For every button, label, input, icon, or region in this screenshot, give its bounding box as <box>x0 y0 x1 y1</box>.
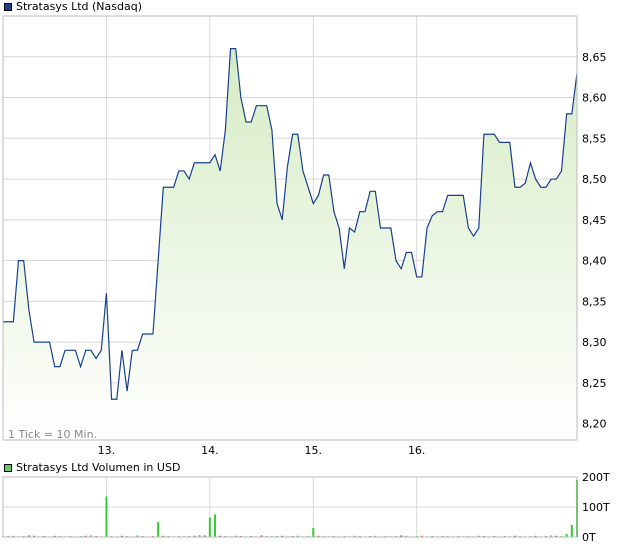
price-volume-chart: 8,20 8,25 8,30 8,35 8,40 8,45 8,50 8,55 8,60 8,65… <box>2 15 610 544</box>
price-y-tick-label: 8,25 <box>582 377 607 390</box>
price-y-tick-label: 8,40 <box>582 255 607 268</box>
price-y-tick-label: 8,65 <box>582 51 607 64</box>
volume-bar <box>157 522 160 537</box>
price-y-tick-label: 8,50 <box>582 173 607 186</box>
price-y-tick-label: 8,20 <box>582 418 607 431</box>
volume-y-tick-label: 100T <box>582 501 610 514</box>
volume-bar <box>105 496 108 537</box>
price-y-tick-label: 8,30 <box>582 336 607 349</box>
x-tick-label: 13. <box>98 444 116 457</box>
x-tick-label: 14. <box>201 444 219 457</box>
volume-bar <box>208 517 211 537</box>
price-area-fill <box>3 48 577 441</box>
price-y-tick-label: 8,45 <box>582 214 607 227</box>
price-y-axis: 8,20 8,25 8,30 8,35 8,40 8,45 8,50 8,55 8,60 8,65 <box>582 51 607 431</box>
volume-bar <box>312 528 315 537</box>
x-tick-label: 16. <box>408 444 426 457</box>
volume-bar <box>214 514 217 537</box>
x-tick-label: 15. <box>305 444 323 457</box>
price-y-tick-label: 8,55 <box>582 132 607 145</box>
x-axis: 13. 14. 15. 16. <box>98 444 426 457</box>
volume-y-tick-label: 0T <box>582 531 596 544</box>
price-y-tick-label: 8,60 <box>582 92 607 105</box>
price-y-tick-label: 8,35 <box>582 295 607 308</box>
volume-bar <box>570 525 573 537</box>
volume-bars <box>2 480 578 537</box>
volume-grid <box>3 476 577 538</box>
volume-y-axis: 0T 100T 200T <box>582 471 610 544</box>
volume-y-tick-label: 200T <box>582 471 610 484</box>
tick-note: 1 Tick = 10 Min. <box>8 428 97 441</box>
